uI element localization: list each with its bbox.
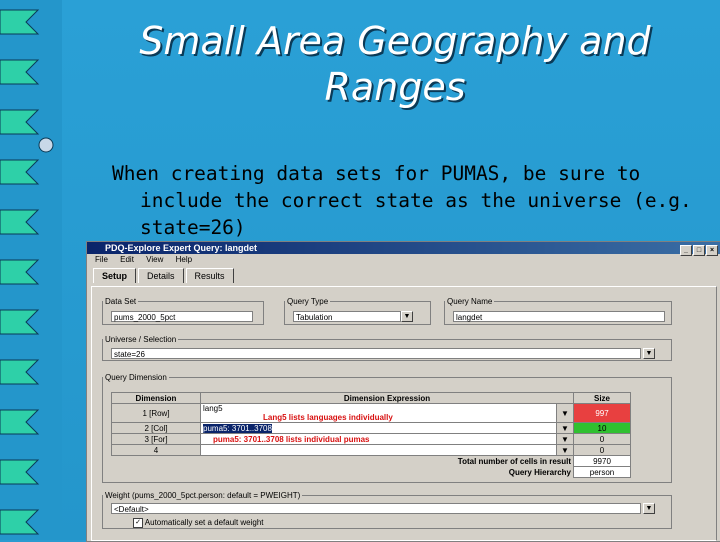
- total-cells-value: 9970: [573, 455, 631, 467]
- total-cells-label: Total number of cells in result: [457, 456, 571, 466]
- tab-details[interactable]: Details: [138, 268, 184, 283]
- close-icon[interactable]: ×: [706, 245, 718, 256]
- data-set-field[interactable]: pums_2000_5pct: [111, 311, 253, 322]
- dimension-cell: 4: [111, 444, 201, 456]
- chevron-down-icon[interactable]: ▼: [556, 422, 574, 434]
- slide-body: When creating data sets for PUMAS, be su…: [112, 160, 702, 241]
- table-row[interactable]: 3 [For] puma5: 3701..3708 lists individu…: [111, 433, 631, 445]
- weight-group: Weight (pums_2000_5pct.person: default =…: [102, 491, 672, 529]
- checkbox-checked-icon[interactable]: ✓: [133, 518, 143, 528]
- annotation-note: Lang5 lists languages individually: [263, 413, 393, 422]
- body-line-2: include the correct state as the univers…: [140, 189, 692, 212]
- chevron-down-icon[interactable]: ▼: [556, 433, 574, 445]
- query-type-group: Query Type Tabulation ▼: [284, 297, 431, 325]
- menu-view[interactable]: View: [146, 255, 163, 264]
- body-line-3: state=26): [140, 216, 246, 239]
- menubar: File Edit View Help: [87, 254, 720, 266]
- weight-label: Weight (pums_2000_5pct.person: default =…: [105, 491, 301, 500]
- slide-background: Small Area Geography and Ranges When cre…: [0, 0, 720, 542]
- header-dimension: Dimension: [111, 392, 201, 404]
- universe-field[interactable]: state=26: [111, 348, 641, 359]
- expression-cell[interactable]: lang5: [203, 404, 223, 413]
- table-row[interactable]: 1 [Row] lang5 Lang5 lists languages indiv…: [111, 403, 631, 423]
- size-cell: 0: [573, 433, 631, 445]
- slide-title: Small Area Geography and Ranges: [70, 18, 720, 110]
- expression-cell[interactable]: [200, 444, 557, 456]
- size-cell: 0: [573, 444, 631, 456]
- auto-weight-label: Automatically set a default weight: [144, 518, 264, 528]
- menu-file[interactable]: File: [95, 255, 108, 264]
- dimension-cell: 1 [Row]: [111, 403, 201, 423]
- menu-edit[interactable]: Edit: [120, 255, 134, 264]
- query-type-select[interactable]: Tabulation: [293, 311, 401, 322]
- universe-label: Universe / Selection: [105, 335, 177, 344]
- annotation-note: puma5: 3701..3708 lists individual pumas: [213, 434, 370, 444]
- dimension-cell: 3 [For]: [111, 433, 201, 445]
- title-line-1: Small Area Geography and: [139, 19, 651, 63]
- query-name-field[interactable]: langdet: [453, 311, 665, 322]
- chevron-down-icon[interactable]: ▼: [556, 444, 574, 456]
- expression-cell[interactable]: puma5: 3701..3708: [203, 423, 272, 433]
- query-dimension-group: Query Dimension Dimension Dimension Expr…: [102, 373, 672, 483]
- maximize-icon[interactable]: □: [693, 245, 705, 256]
- table-row[interactable]: 4 ▼ 0: [111, 444, 631, 456]
- query-name-label: Query Name: [447, 297, 493, 306]
- chevron-down-icon[interactable]: ▼: [401, 311, 413, 322]
- universe-group: Universe / Selection state=26 ▼: [102, 335, 672, 361]
- size-cell: 10: [573, 422, 631, 434]
- header-expression: Dimension Expression: [200, 392, 574, 404]
- query-type-label: Query Type: [287, 297, 329, 306]
- chevron-down-icon[interactable]: ▼: [643, 503, 655, 514]
- tab-strip: Setup Details Results: [93, 268, 236, 286]
- window-title: PDQ-Explore Expert Query: langdet: [105, 243, 258, 253]
- chevron-down-icon[interactable]: ▼: [556, 403, 574, 423]
- window-titlebar: PDQ-Explore Expert Query: langdet _ □ ×: [87, 242, 720, 256]
- tab-results[interactable]: Results: [185, 268, 234, 283]
- table-row[interactable]: 2 [Col] puma5: 3701..3708 ▼ 10: [111, 422, 631, 434]
- data-set-group: Data Set pums_2000_5pct: [102, 297, 264, 325]
- setup-panel: Data Set pums_2000_5pct Query Type Tabul…: [91, 286, 717, 541]
- title-line-2: Ranges: [324, 65, 466, 109]
- dimension-cell: 2 [Col]: [111, 422, 201, 434]
- weight-field[interactable]: <Default>: [111, 503, 641, 514]
- chevron-down-icon[interactable]: ▼: [643, 348, 655, 359]
- dimension-table: Dimension Dimension Expression Size 1 [R…: [111, 392, 631, 478]
- auto-weight-option[interactable]: ✓ Automatically set a default weight: [133, 518, 264, 528]
- data-set-label: Data Set: [105, 297, 137, 306]
- query-hierarchy-value[interactable]: person: [573, 466, 631, 478]
- size-cell: 997: [573, 403, 631, 423]
- menu-help[interactable]: Help: [176, 255, 192, 264]
- query-dimension-label: Query Dimension: [105, 373, 167, 382]
- query-hierarchy-label: Query Hierarchy: [508, 467, 571, 477]
- header-size: Size: [573, 392, 631, 404]
- binder-strip: [0, 0, 62, 540]
- query-name-group: Query Name langdet: [444, 297, 672, 325]
- body-line-1: When creating data sets for PUMAS, be su…: [112, 162, 641, 185]
- pdq-window: PDQ-Explore Expert Query: langdet _ □ × Fi…: [86, 241, 720, 542]
- minimize-icon[interactable]: _: [680, 245, 692, 256]
- tab-setup[interactable]: Setup: [93, 268, 137, 283]
